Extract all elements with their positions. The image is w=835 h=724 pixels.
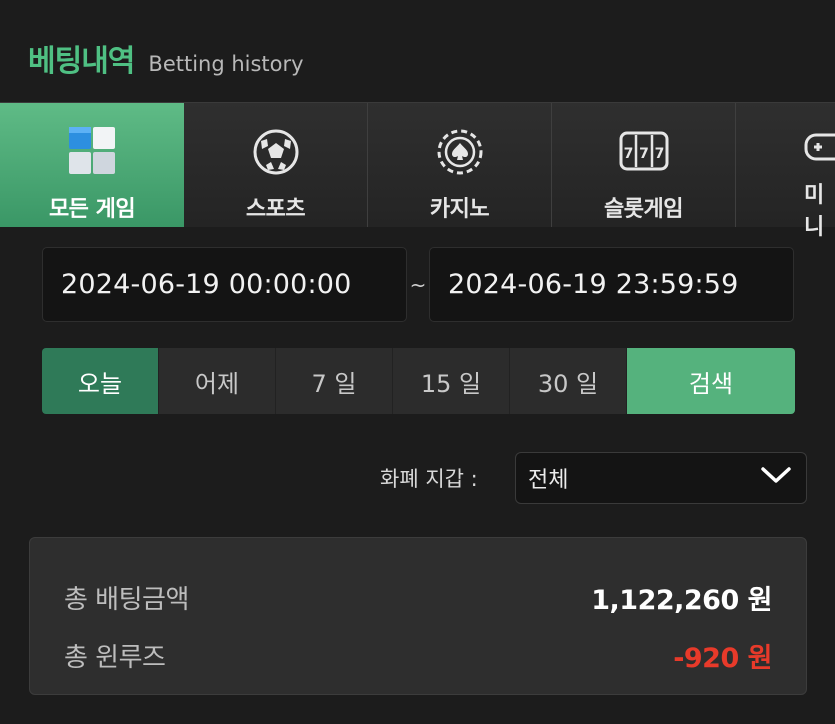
casino-chip-icon [433, 125, 487, 179]
tab-label: 미니 [804, 183, 824, 240]
currency-wallet-filter: 화폐 지갑 : 전체 [380, 452, 807, 504]
filter-7-days-button[interactable]: 7 일 [276, 348, 393, 414]
search-button[interactable]: 검색 [627, 348, 795, 414]
filter-yesterday-button[interactable]: 어제 [159, 348, 276, 414]
tab-label: 카지노 [429, 197, 490, 222]
tab-label: 슬롯게임 [604, 197, 683, 222]
date-range: 2024-06-19 00:00:00 ~ 2024-06-19 23:59:5… [42, 247, 794, 322]
cube-blocks-icon [65, 125, 119, 179]
total-bet-value: 1,122,260 원 [591, 584, 772, 616]
currency-label: 화폐 지갑 : [380, 467, 478, 491]
svg-text:7: 7 [654, 146, 664, 162]
currency-select[interactable]: 전체 [515, 452, 807, 504]
filter-30-days-button[interactable]: 30 일 [510, 348, 627, 414]
quick-date-filters: 오늘 어제 7 일 15 일 30 일 검색 [42, 348, 795, 414]
svg-text:7: 7 [623, 146, 633, 162]
date-separator: ~ [409, 272, 427, 297]
tab-casino[interactable]: 카지노 [368, 103, 552, 227]
page-title: 베팅내역 [28, 44, 135, 79]
total-winloss-label: 총 윈루즈 [64, 642, 166, 673]
tab-sports[interactable]: 스포츠 [184, 103, 368, 227]
currency-selected-value: 전체 [528, 468, 569, 493]
soccer-ball-icon [249, 125, 303, 179]
slot-machine-icon: 7 7 7 [617, 125, 671, 179]
betting-summary: 총 배팅금액 1,122,260 원 총 윈루즈 -920 원 [29, 537, 807, 695]
end-date-input[interactable]: 2024-06-19 23:59:59 [429, 247, 794, 322]
start-date-input[interactable]: 2024-06-19 00:00:00 [42, 247, 407, 322]
tab-label: 모든 게임 [48, 197, 136, 222]
total-winloss-value: -920 원 [673, 642, 772, 674]
filter-today-button[interactable]: 오늘 [42, 348, 159, 414]
total-bet-row: 총 배팅금액 1,122,260 원 [64, 568, 772, 626]
tab-label: 스포츠 [245, 197, 306, 222]
total-winloss-row: 총 윈루즈 -920 원 [64, 626, 772, 684]
tab-slot-games[interactable]: 7 7 7 슬롯게임 [552, 103, 736, 227]
page-subtitle: Betting history [148, 52, 304, 76]
gamepad-icon [804, 125, 835, 165]
svg-text:7: 7 [639, 146, 649, 162]
game-category-tabs: 모든 게임 스포츠 카지노 7 7 7 슬롯게임 미니 [0, 102, 835, 240]
filter-15-days-button[interactable]: 15 일 [393, 348, 510, 414]
page-header: 베팅내역 Betting history [28, 36, 304, 80]
total-bet-label: 총 배팅금액 [64, 584, 189, 615]
tab-mini[interactable]: 미니 [736, 103, 835, 240]
chevron-down-icon [760, 465, 792, 491]
tab-all-games[interactable]: 모든 게임 [0, 103, 184, 227]
